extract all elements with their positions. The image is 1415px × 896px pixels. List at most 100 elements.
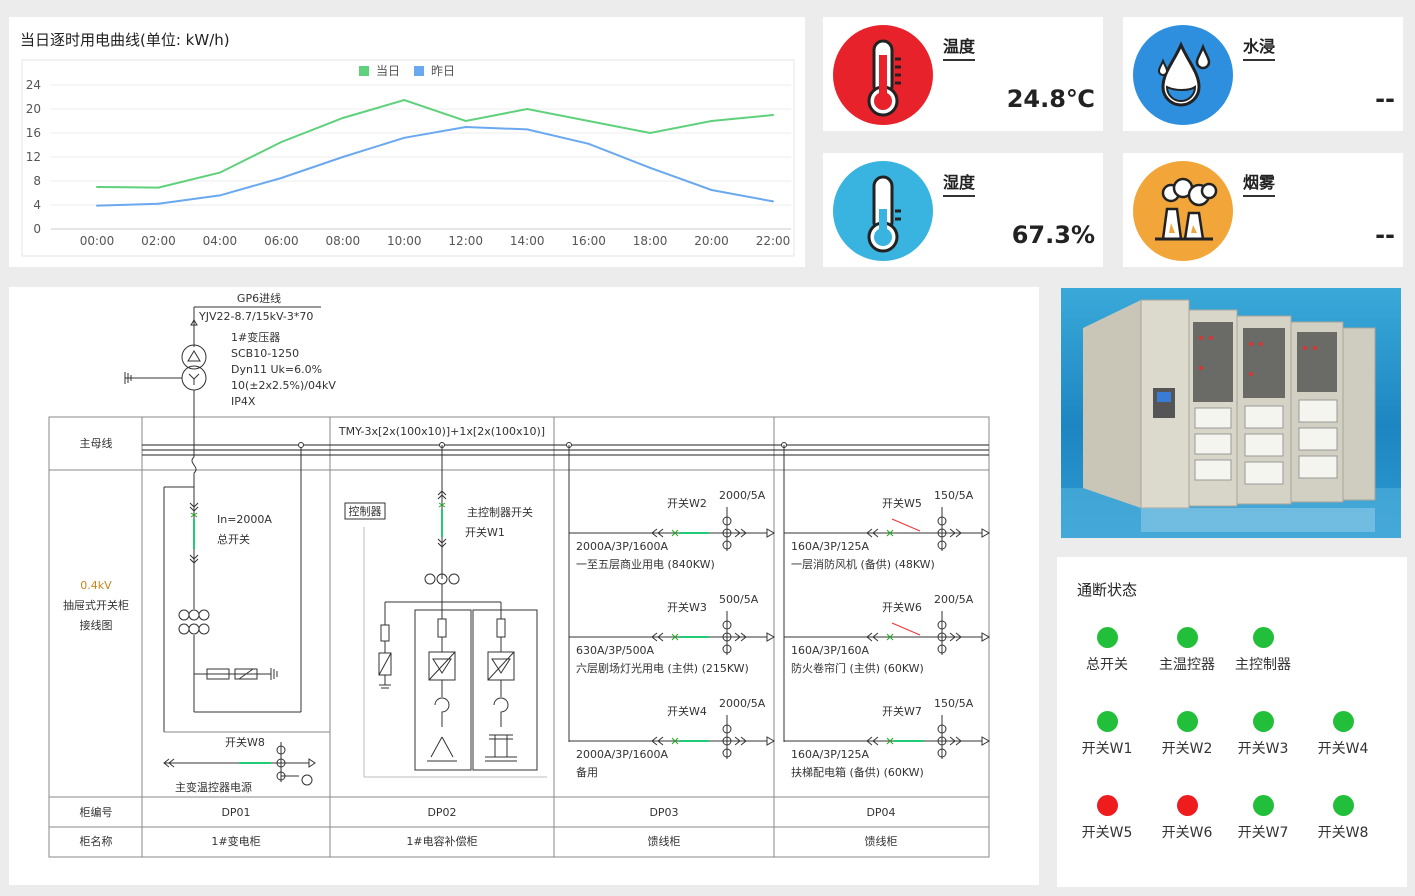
status-label: 开关W7 [1237, 825, 1289, 841]
series-point [649, 132, 652, 134]
cabinet-name-dp04: 馈线柜 [865, 834, 898, 848]
series-point [280, 141, 283, 143]
cable-spec: YJV22-8.7/15kV-3*70 [198, 310, 313, 323]
feeder-switch-label: 开关W4 [667, 704, 707, 718]
controller-box: 控制器 [349, 504, 382, 518]
x-tick-label: 06:00 [264, 234, 299, 248]
dp02-switch-title: 主控制器开关 [467, 505, 533, 519]
status-indicator-dot [1332, 795, 1354, 816]
water-leak-value: -- [1375, 85, 1395, 113]
series-point [772, 114, 774, 116]
on-off-status-panel: 通断状态 总开关 主温控器 主控制器 开关W1 开关W2 开关W3 开关W4 开关W5 开关W6… [1057, 557, 1407, 887]
series-point [710, 120, 713, 122]
feeder-breaker-spec: 160A/3P/125A [791, 748, 870, 761]
series-point [218, 194, 221, 197]
status-indicator-dot [1176, 711, 1198, 732]
side-label-3: 接线图 [80, 618, 113, 632]
temperature-value: 24.8℃ [1006, 85, 1095, 113]
feeder-load-desc: 一至五层商业用电 (840KW) [576, 557, 715, 571]
series-point [649, 166, 652, 169]
status-item: 主控制器 [1223, 627, 1303, 674]
smoke-value: -- [1375, 221, 1395, 249]
series-point [403, 136, 406, 139]
feeder-switch-label: 开关W7 [882, 704, 922, 718]
status-indicator-dot [1252, 795, 1274, 816]
transformer-line-4: 10(±2x2.5%)/04kV [231, 379, 336, 392]
thermometer-icon [833, 25, 933, 125]
feeder-switch-label: 开关W6 [882, 600, 922, 614]
series-point [587, 120, 590, 122]
x-tick-label: 00:00 [80, 234, 115, 248]
hourly-usage-line-chart: 0 4 8 12 16 20 24 00:00 02:00 04:00 06:00 08:00 10:0… [21, 59, 795, 257]
status-label: 开关W3 [1237, 741, 1289, 757]
status-label: 开关W1 [1081, 741, 1133, 757]
status-label: 主温控器 [1159, 657, 1215, 673]
x-tick-label: 16:00 [571, 234, 606, 248]
incoming-label: GP6进线 [237, 291, 281, 305]
water-leak-card: 水浸 -- [1123, 17, 1403, 131]
cabinet-name-dp02: 1#电容补偿柜 [406, 834, 477, 848]
legend-label: 昨日 [431, 64, 455, 78]
water-leak-label: 水浸 [1243, 33, 1276, 61]
status-indicator-dot [1332, 711, 1354, 732]
series-point [280, 177, 283, 179]
diagram-labels: GP6进线 YJV22-8.7/15kV-3*70 1#变压器 SCB10-12… [63, 291, 898, 848]
busbar-spec: TMY-3x[2x(100x10)]+1x[2x(100x10)] [338, 425, 545, 438]
legend-swatch [414, 66, 424, 76]
feeder-load-desc: 备用 [576, 765, 598, 779]
transformer-line-3: Dyn11 Uk=6.0% [231, 363, 322, 376]
status-item: 总开关 [1067, 627, 1147, 674]
status-item: 开关W3 [1223, 711, 1303, 758]
y-tick-label: 8 [33, 174, 41, 188]
status-item: 主温控器 [1147, 627, 1227, 674]
dp01-in-rating: In=2000A [217, 513, 272, 526]
x-tick-label: 12:00 [448, 234, 483, 248]
cabinet-no-dp02: DP02 [427, 806, 456, 819]
dp01-w8-desc: 主变温控器电源 [175, 780, 252, 794]
dp01-w8-label: 开关W8 [225, 735, 265, 749]
status-item: 开关W1 [1067, 711, 1147, 758]
x-tick-label: 10:00 [387, 234, 422, 248]
feeder-ct-ratio: 200/5A [934, 593, 974, 606]
feeder-ct-ratio: 2000/5A [719, 697, 766, 710]
hourly-usage-chart-panel: 当日逐时用电曲线(单位: kW/h) 0 4 8 12 16 20 24 00:00 02:00… [9, 17, 805, 267]
series-line-1 [96, 98, 774, 189]
switchgear-wiring-diagram-panel: 开关W2 2000/5A 2000A/3P/1600A 一至五层商业用电 (840KW… [9, 287, 1039, 885]
switchgear-cabinet-photo [1061, 288, 1401, 538]
series-point [341, 156, 344, 158]
y-tick-label: 0 [33, 222, 41, 236]
status-item: 开关W6 [1147, 795, 1227, 842]
feeder-ct-ratio: 2000/5A [719, 489, 766, 502]
series-point [403, 99, 406, 101]
x-tick-label: 22:00 [756, 234, 791, 248]
feeder-switch-label: 开关W3 [667, 600, 707, 614]
temperature-label: 温度 [943, 33, 976, 61]
status-indicator-dot [1252, 711, 1274, 732]
dp02-switch-name: 开关W1 [465, 525, 505, 539]
x-tick-label: 20:00 [694, 234, 729, 248]
switchgear-wiring-diagram: 开关W2 2000/5A 2000A/3P/1600A 一至五层商业用电 (840KW… [48, 291, 991, 858]
cabinet-name-dp01: 1#变电柜 [211, 834, 260, 848]
feeder-ct-ratio: 150/5A [934, 489, 974, 502]
feeder-load-desc: 六层剧场灯光用电 (主供) (215KW) [576, 661, 749, 675]
series-point [710, 189, 713, 191]
cabinet-name-dp03: 馈线柜 [648, 834, 681, 848]
dp01-main-switch: 总开关 [217, 532, 250, 546]
voltage-label: 0.4kV [80, 579, 112, 592]
series-point [772, 200, 774, 203]
series-point [157, 186, 160, 189]
row-label-cabinet-name: 柜名称 [80, 834, 113, 848]
series-point [464, 126, 467, 128]
series-point [464, 120, 467, 122]
smoke-card: 烟雾 -- [1123, 153, 1403, 267]
status-item: 开关W8 [1303, 795, 1383, 842]
status-indicator-dot [1176, 795, 1198, 816]
series-point [587, 142, 590, 145]
series-point [96, 204, 98, 207]
feeder-breaker-spec: 160A/3P/160A [791, 644, 870, 657]
feeder-breaker-spec: 160A/3P/125A [791, 540, 870, 553]
series-point [526, 128, 529, 131]
cabinet-no-dp04: DP04 [866, 806, 895, 819]
cabinet-no-dp01: DP01 [221, 806, 250, 819]
x-tick-label: 04:00 [203, 234, 238, 248]
